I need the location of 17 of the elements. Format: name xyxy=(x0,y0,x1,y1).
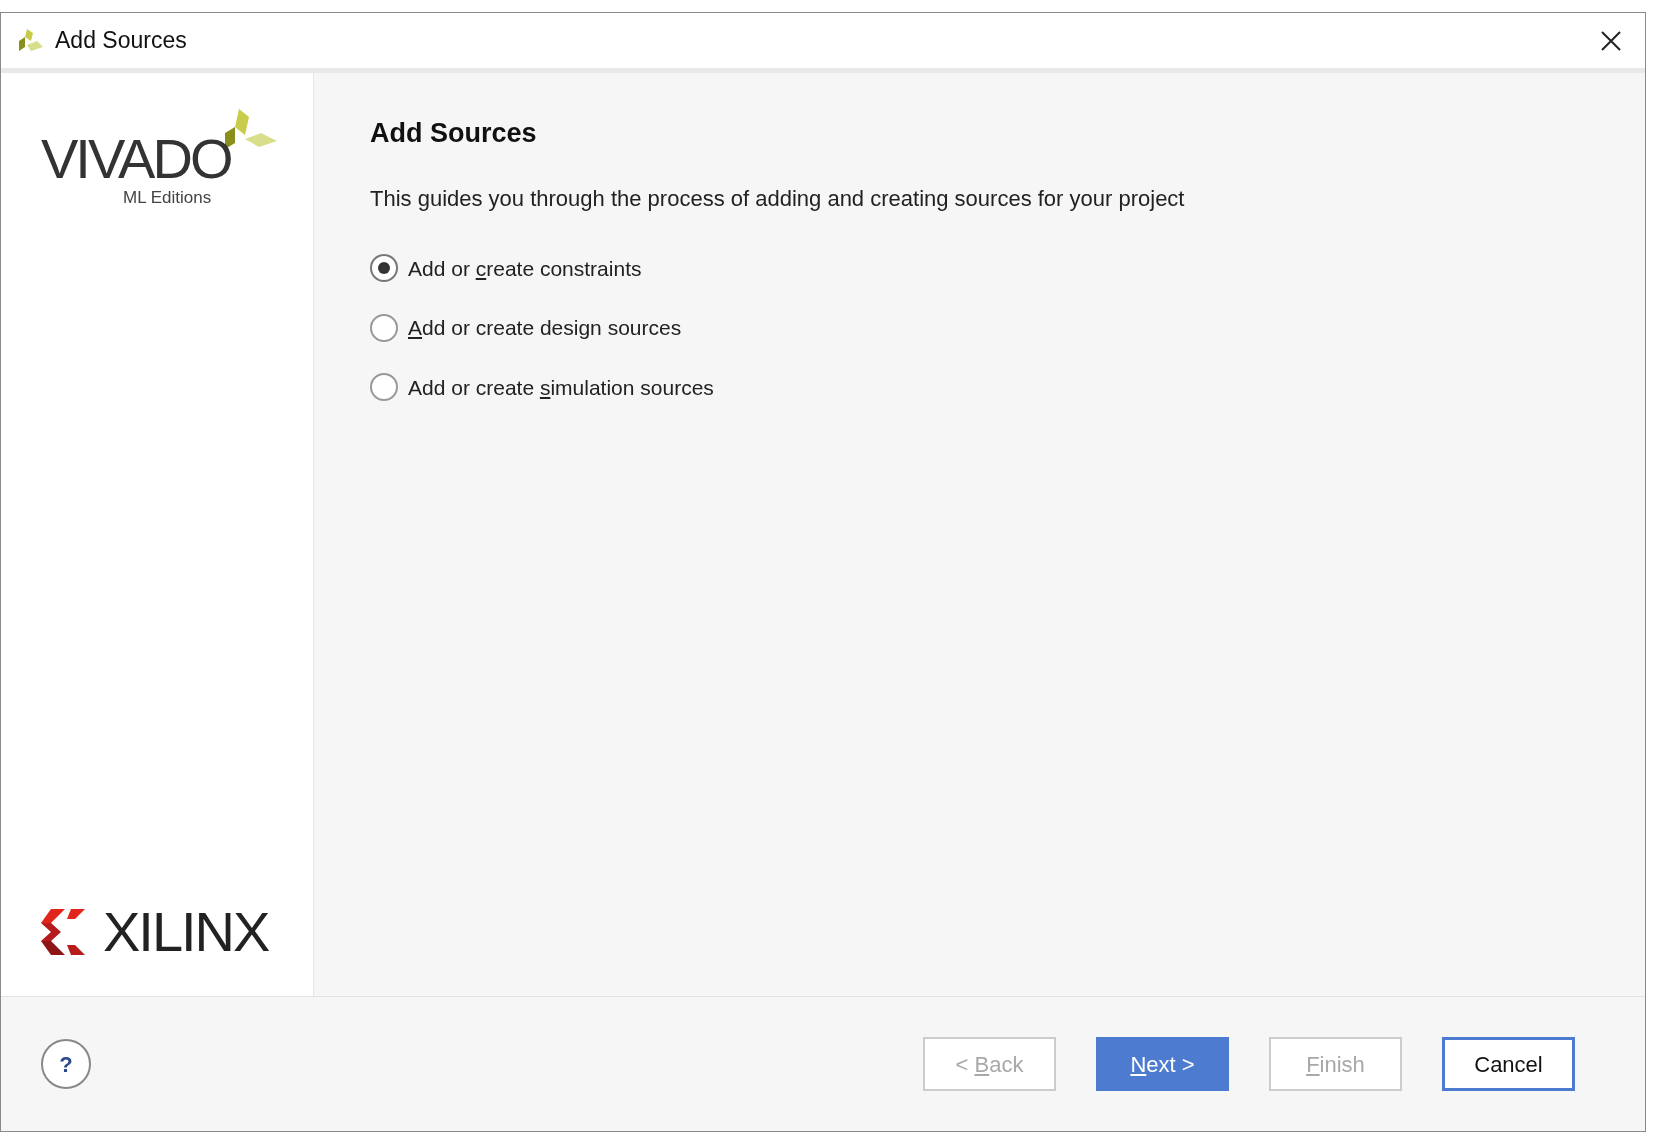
product-edition: ML Editions xyxy=(123,189,212,206)
radio-button[interactable] xyxy=(370,254,398,283)
product-name: VIVADO xyxy=(41,131,231,187)
dialog-button[interactable]: Cancel xyxy=(1442,1037,1575,1091)
radio-button[interactable] xyxy=(370,313,398,342)
help-button[interactable]: ? xyxy=(41,1039,91,1089)
radio-button[interactable] xyxy=(370,373,398,402)
close-icon xyxy=(1600,29,1622,52)
page-description: This guides you through the process of adding and creating sources for your project xyxy=(370,184,1186,213)
radio-option[interactable]: Add or create simulation sources xyxy=(370,371,714,403)
vendor-name: XILINX xyxy=(103,904,269,960)
window-title: Add Sources xyxy=(55,26,187,56)
radio-option[interactable]: Add or create design sources xyxy=(370,312,682,344)
radio-option[interactable]: Add or create constraints xyxy=(370,252,642,284)
page-heading: Add Sources xyxy=(370,117,538,150)
dialog-button[interactable]: Next > xyxy=(1096,1037,1229,1091)
xilinx-mark-icon xyxy=(41,909,85,955)
